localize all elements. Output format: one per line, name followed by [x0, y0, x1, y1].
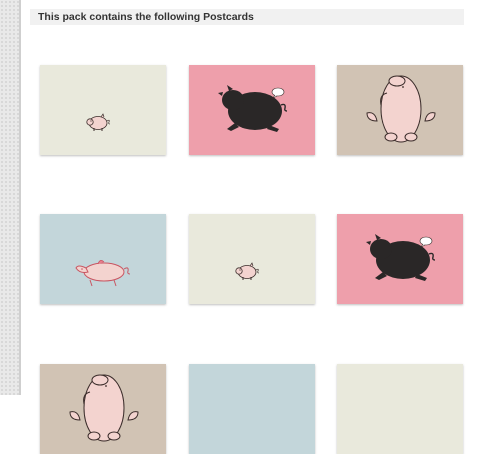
postcard-image [189, 65, 315, 155]
postcard-thumbnail[interactable] [40, 65, 166, 155]
postcard-grid [0, 0, 480, 454]
postcard-thumbnail[interactable] [40, 214, 166, 304]
postcard-thumbnail[interactable] [337, 214, 463, 304]
postcard-thumbnail[interactable] [189, 364, 315, 454]
postcard-thumbnail[interactable] [189, 214, 315, 304]
postcard-image [189, 214, 315, 304]
postcard-thumbnail[interactable] [337, 65, 463, 155]
postcard-image [40, 214, 166, 304]
postcard-image [337, 364, 463, 454]
postcard-thumbnail[interactable] [337, 364, 463, 454]
postcard-thumbnail[interactable] [189, 65, 315, 155]
postcard-thumbnail[interactable] [40, 364, 166, 454]
postcard-image [40, 364, 166, 454]
postcard-image [337, 65, 463, 155]
postcard-image [337, 214, 463, 304]
postcard-image [189, 364, 315, 454]
postcard-image [40, 65, 166, 155]
